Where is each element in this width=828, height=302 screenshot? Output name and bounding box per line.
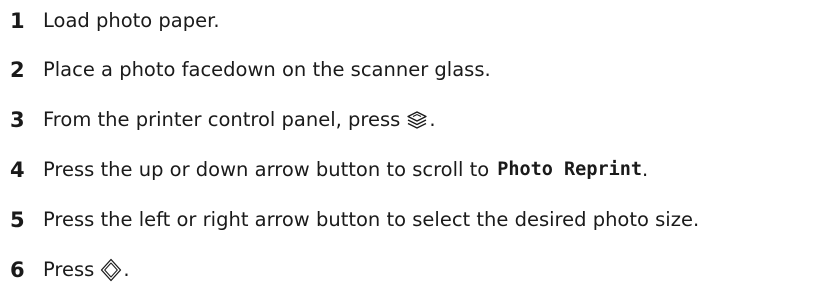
step-5: 5 Press the left or right arrow button t… [10, 200, 699, 240]
step-text: Press the left or right arrow button to … [43, 208, 700, 232]
step-text-wrap: Press the up or down arrow button to scr… [43, 160, 648, 180]
step-text-wrap: Press . [43, 258, 130, 282]
step-number: 4 [10, 157, 25, 182]
step-text: Press the up or down arrow button to scr… [43, 158, 490, 182]
start-diamond-icon [100, 258, 122, 282]
step-number: 2 [10, 57, 25, 82]
step-6: 6 Press . [10, 250, 130, 290]
step-text: From the printer control panel, press [43, 108, 401, 132]
step-number: 1 [10, 8, 25, 33]
step-text: Place a photo facedown on the scanner gl… [43, 58, 491, 82]
step-2: 2 Place a photo facedown on the scanner … [10, 50, 491, 90]
step-text: Press [43, 258, 95, 282]
step-number: 6 [10, 257, 25, 282]
step-3: 3 From the printer control panel, press … [10, 100, 436, 140]
step-4: 4 Press the up or down arrow button to s… [10, 150, 648, 190]
layers-copy-icon [406, 110, 428, 130]
step-suffix: . [429, 108, 436, 132]
step-suffix: . [642, 158, 649, 182]
step-1: 1 Load photo paper. [10, 1, 220, 41]
step-text-wrap: From the printer control panel, press . [43, 110, 436, 130]
step-number: 3 [10, 107, 25, 132]
menu-item-code: Photo Reprint [497, 158, 643, 180]
step-suffix: . [123, 258, 130, 282]
step-number: 5 [10, 207, 25, 232]
step-text: Load photo paper. [43, 9, 220, 33]
